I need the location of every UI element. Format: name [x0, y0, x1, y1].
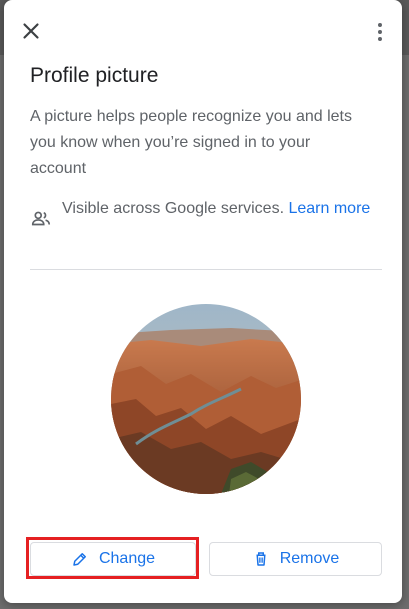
dialog-title: Profile picture — [30, 64, 159, 87]
landscape-image — [111, 304, 301, 494]
change-label: Change — [98, 550, 156, 567]
visibility-text: Visible across Google services. Learn mo… — [62, 196, 392, 222]
profile-picture-dialog: Profile picture A picture helps people r… — [4, 0, 402, 603]
people-icon — [31, 211, 51, 226]
more-options-button[interactable] — [372, 20, 388, 44]
pencil-icon — [73, 553, 86, 566]
change-button[interactable]: Change — [30, 542, 196, 576]
divider — [30, 269, 382, 270]
dialog-description: A picture helps people recognize you and… — [30, 108, 352, 177]
learn-more-link[interactable]: Learn more — [288, 200, 370, 217]
close-button[interactable] — [18, 18, 44, 44]
close-icon — [23, 23, 39, 39]
remove-label: Remove — [279, 550, 340, 567]
visibility-label: Visible across Google services. — [62, 200, 285, 217]
profile-photo[interactable] — [111, 304, 301, 494]
trash-icon — [256, 552, 266, 566]
more-vert-icon — [378, 23, 382, 41]
remove-button[interactable]: Remove — [209, 542, 382, 576]
